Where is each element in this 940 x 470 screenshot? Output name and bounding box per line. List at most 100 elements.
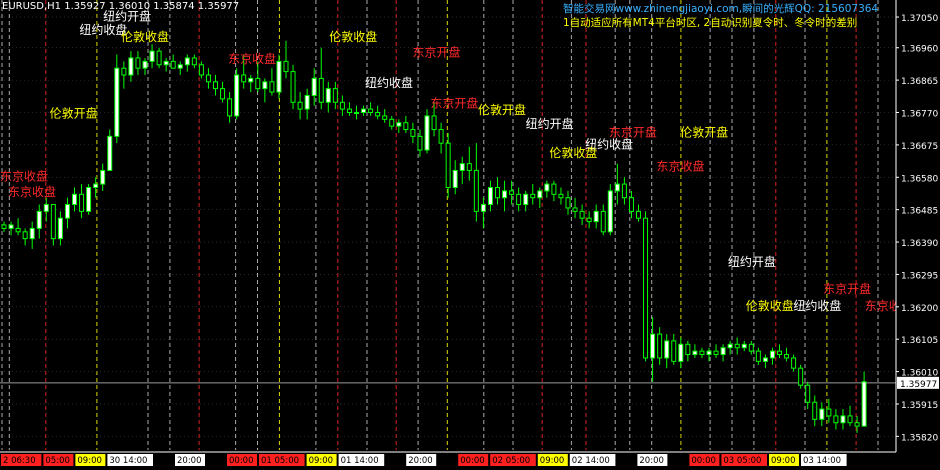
candle-body [600, 210, 606, 233]
candle-body [473, 169, 479, 212]
candle-body [840, 415, 846, 424]
candle-body [544, 183, 550, 192]
time-label: 01 05:00 [261, 456, 299, 466]
session-label: 纽约开盘 [526, 116, 574, 131]
candle-body [495, 187, 500, 199]
candle-body [121, 67, 127, 76]
time-label: 20:00 [639, 456, 664, 466]
candle-body [403, 122, 409, 131]
candle-body [509, 190, 515, 195]
candle-body [551, 183, 557, 195]
candle-body [368, 108, 374, 114]
time-label: 30 14:00 [109, 456, 147, 466]
candle-body [86, 187, 92, 212]
price-tick-label: 1.36105 [901, 336, 938, 346]
candle-body [234, 74, 240, 117]
candle-body [170, 60, 176, 69]
chart-canvas[interactable]: 东京收盘东京收盘伦敦开盘纽约开盘纽约收盘伦敦收盘东京收盘伦敦收盘东京开盘纽约收盘… [0, 0, 940, 470]
symbol-header: EURUSD,H1 1.35927 1.36010 1.35874 1.3597… [2, 1, 239, 12]
candle-body [79, 193, 85, 212]
session-label: 伦敦收盘 [549, 145, 597, 160]
price-tick-label: 1.36295 [901, 271, 938, 281]
candle-body [410, 129, 416, 137]
time-label: 03 14:00 [803, 456, 841, 466]
candle-body [290, 71, 296, 103]
candle-body [657, 333, 663, 359]
candle-body [826, 408, 832, 417]
candle-body [8, 224, 14, 229]
candle-body [248, 77, 254, 83]
candle-body [558, 193, 564, 199]
price-tick-label: 1.36200 [901, 304, 938, 314]
session-label: 东京收盘 [228, 51, 276, 66]
time-label: 05:00 [45, 456, 70, 466]
candle-body [466, 163, 472, 171]
session-label: 东京收盘 [0, 169, 48, 184]
candle-body [184, 57, 190, 66]
ad-line-1: 智能交易网www.zhinengjiaoyi.com,瞬间的光辉QQ: 2156… [563, 3, 879, 15]
candle-body [149, 50, 155, 62]
candle-body [699, 350, 705, 356]
candle-body [1, 224, 7, 229]
candle-body [502, 190, 508, 199]
session-labels: 东京收盘东京收盘伦敦开盘纽约开盘纽约收盘伦敦收盘东京收盘伦敦收盘东京开盘纽约收盘… [0, 8, 940, 350]
session-label: 东京收盘 [657, 158, 705, 173]
candle-body [156, 50, 162, 66]
price-tick-label: 1.36865 [901, 77, 938, 87]
candle-body [643, 217, 649, 359]
candle-body [283, 60, 289, 73]
candle-body [452, 169, 458, 188]
price-axis-bg [896, 0, 940, 470]
candle-body [748, 343, 754, 352]
candle-body [135, 57, 141, 69]
candle-body [628, 197, 634, 212]
candle-body [861, 381, 867, 427]
session-label: 伦敦开盘 [478, 102, 526, 117]
candle-body [741, 343, 747, 349]
candle-body [755, 350, 761, 362]
candle-body [241, 74, 247, 83]
candle-body [516, 193, 522, 206]
time-label: 00:00 [691, 456, 716, 466]
session-label: 伦敦收盘 [121, 29, 169, 44]
candle-body [205, 74, 211, 83]
candle-body [650, 333, 656, 359]
candle-body [586, 217, 592, 223]
candle-body [297, 101, 303, 110]
price-tick-label: 1.36770 [901, 110, 938, 120]
time-label: 20:00 [177, 456, 202, 466]
candle-body [480, 204, 486, 212]
time-label: 00:00 [229, 456, 254, 466]
candle-body [50, 204, 56, 240]
chart-window[interactable]: 东京收盘 东京收盘 伦敦开盘 纽约开盘 纽约收盘 伦敦收盘 东京收盘 伦敦收盘 东京开盘 纽约收盘… [0, 0, 940, 470]
candle-body [445, 142, 451, 189]
candle-body [142, 60, 148, 69]
candle-body [304, 94, 310, 110]
candle-body [389, 118, 395, 127]
session-label: 纽约收盘 [365, 75, 413, 90]
candle-body [339, 101, 345, 110]
candle-body [847, 415, 853, 424]
candle-body [833, 415, 839, 424]
time-label: 09:00 [309, 456, 334, 466]
candle-body [128, 57, 134, 76]
candle-body [734, 343, 740, 349]
session-label: 东京开盘 [413, 44, 461, 59]
candle-body [713, 350, 719, 356]
candle-body [805, 384, 811, 403]
candle-body [424, 115, 430, 151]
candle-body [318, 77, 324, 103]
session-label: 纽约收盘 [793, 298, 841, 313]
candle-body [417, 135, 423, 151]
session-label: 东京开盘 [823, 281, 871, 296]
session-label: 伦敦开盘 [680, 124, 728, 139]
candle-body [854, 422, 860, 427]
candle-body [727, 343, 733, 349]
candle-body [191, 57, 197, 66]
candle-body [15, 227, 21, 233]
candle-body [396, 122, 402, 127]
price-tick-label: 1.36485 [901, 207, 938, 217]
candle-body [607, 190, 613, 233]
time-label: 01 14:00 [341, 456, 379, 466]
price-tick-label: 1.36580 [901, 174, 938, 184]
